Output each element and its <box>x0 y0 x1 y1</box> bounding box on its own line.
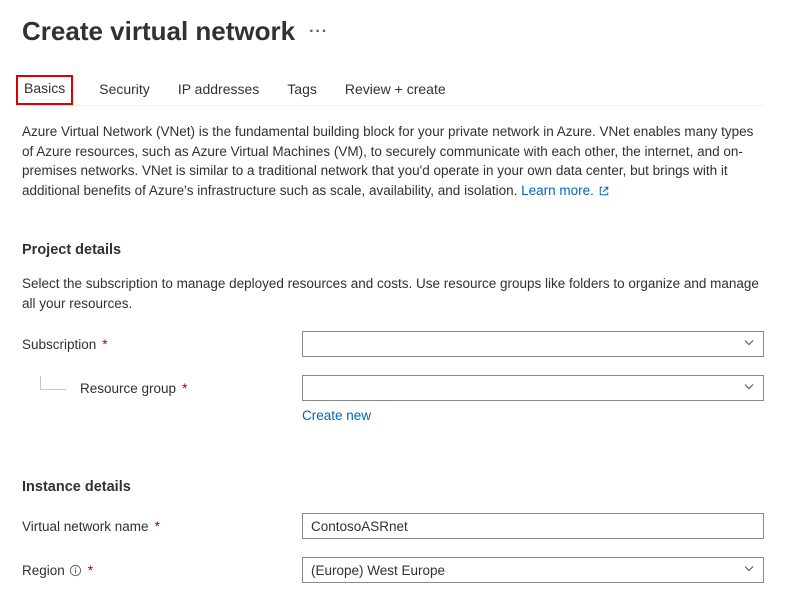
chevron-down-icon <box>743 563 755 578</box>
tabs-bar: Basics Security IP addresses Tags Review… <box>22 77 764 106</box>
tab-basics[interactable]: Basics <box>16 75 73 105</box>
page-title-row: Create virtual network ··· <box>22 16 764 47</box>
indent-line <box>40 376 66 390</box>
tab-security[interactable]: Security <box>97 77 152 105</box>
region-label-col: Region * <box>22 563 302 578</box>
required-asterisk: * <box>88 563 93 578</box>
learn-more-link[interactable]: Learn more. <box>521 183 610 198</box>
subscription-select[interactable] <box>302 331 764 357</box>
tab-ip-addresses[interactable]: IP addresses <box>176 77 261 105</box>
info-icon[interactable] <box>69 564 82 577</box>
instance-details-heading: Instance details <box>22 479 764 495</box>
external-link-icon <box>598 183 610 203</box>
subscription-label: Subscription <box>22 337 96 352</box>
page-title: Create virtual network <box>22 16 295 47</box>
required-asterisk: * <box>155 519 160 534</box>
region-label: Region <box>22 563 65 578</box>
intro-paragraph: Azure Virtual Network (VNet) is the fund… <box>22 122 764 202</box>
vnet-name-row: Virtual network name * <box>22 513 764 539</box>
create-new-row: Create new <box>302 407 764 423</box>
learn-more-label: Learn more. <box>521 183 594 198</box>
create-new-link[interactable]: Create new <box>302 408 371 423</box>
vnet-name-label-col: Virtual network name * <box>22 519 302 534</box>
project-details-heading: Project details <box>22 242 764 258</box>
more-actions-icon[interactable]: ··· <box>309 23 328 41</box>
vnet-name-label: Virtual network name <box>22 519 149 534</box>
vnet-name-input[interactable] <box>311 519 755 534</box>
subscription-label-col: Subscription * <box>22 337 302 352</box>
subscription-row: Subscription * <box>22 331 764 357</box>
tab-review-create[interactable]: Review + create <box>343 77 448 105</box>
intro-text: Azure Virtual Network (VNet) is the fund… <box>22 124 753 198</box>
chevron-down-icon <box>743 381 755 396</box>
region-select[interactable]: (Europe) West Europe <box>302 557 764 583</box>
project-details-subtitle: Select the subscription to manage deploy… <box>22 274 764 313</box>
resource-group-select[interactable] <box>302 375 764 401</box>
resource-group-label: Resource group <box>80 381 176 396</box>
tab-tags[interactable]: Tags <box>285 77 319 105</box>
region-value: (Europe) West Europe <box>311 563 445 578</box>
required-asterisk: * <box>102 337 107 352</box>
vnet-name-input-wrapper[interactable] <box>302 513 764 539</box>
region-row: Region * (Europe) West Europe <box>22 557 764 583</box>
resource-group-label-col: Resource group * <box>22 381 302 396</box>
required-asterisk: * <box>182 381 187 396</box>
resource-group-row: Resource group * <box>22 375 764 401</box>
chevron-down-icon <box>743 337 755 352</box>
